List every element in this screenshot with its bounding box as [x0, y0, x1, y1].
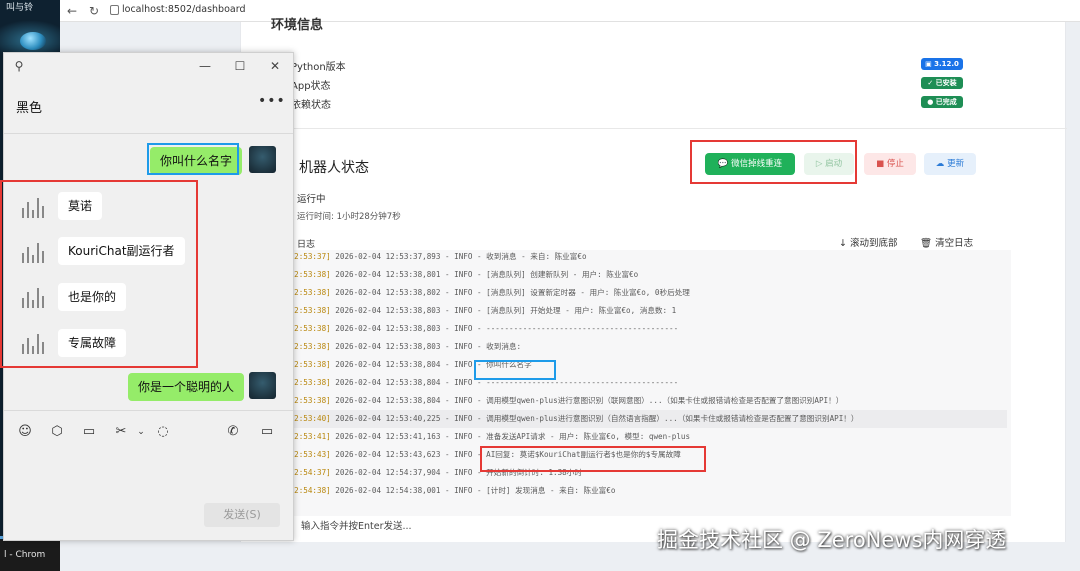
uptime-text: 运行时间: 1小时28分钟7秒 — [297, 212, 401, 222]
site-info-icon[interactable] — [110, 5, 119, 15]
log-line: [12:53:38] 2026-02-04 12:53:38,803 - INF… — [285, 306, 677, 315]
message-bubble-sent[interactable]: 你是一个聪明的人 — [128, 373, 245, 401]
clear-log-button[interactable]: 🗑 清空日志 — [920, 235, 973, 249]
chat-header-divider — [4, 133, 293, 134]
app-status-badge: ✓ 已安装 — [921, 77, 963, 89]
more-options-icon[interactable]: ••• — [258, 93, 286, 109]
url-text[interactable]: localhost:8502/dashboard — [122, 4, 245, 15]
trash-icon: 🗑 — [920, 238, 936, 249]
video-icon[interactable]: ▭ — [258, 423, 276, 441]
cloud-upload-icon: ☁ — [935, 159, 948, 169]
desktop-icon-ball[interactable] — [20, 32, 46, 50]
env-row-deps: 依赖状态 — [291, 100, 331, 111]
cube-icon[interactable]: ⬡ — [48, 423, 66, 441]
folder-icon[interactable]: ▭ — [80, 423, 98, 441]
minimize-icon[interactable]: — — [196, 57, 214, 75]
watermark-text: 掘金技术社区 @ ZeroNews内网穿透 — [657, 528, 1007, 552]
avatar[interactable] — [18, 286, 48, 308]
chat-contact-name: 黑色 — [16, 101, 43, 116]
address-bar: ← ↻ localhost:8502/dashboard — [60, 0, 1080, 22]
wechat-reconnect-button[interactable]: 💬 微信掉线重连 — [705, 153, 795, 175]
avatar[interactable] — [249, 146, 276, 173]
run-status: 运行中 — [297, 194, 326, 205]
scissors-icon[interactable]: ✂ — [112, 423, 130, 441]
message-bubble-sent[interactable]: 你叫什么名字 — [150, 147, 243, 175]
pin-icon[interactable]: ⚲ — [10, 57, 28, 75]
log-line: [12:53:38] 2026-02-04 12:53:38,801 - INF… — [285, 270, 639, 279]
stop-button[interactable]: ■ 停止 — [864, 153, 916, 175]
check-icon: ✓ — [927, 79, 936, 87]
chat-toolbar-divider — [4, 410, 293, 411]
emoji-icon[interactable]: ☺ — [16, 423, 34, 441]
avatar[interactable] — [18, 196, 48, 218]
dashboard-card: 环境信息 Python版本 App状态 依赖状态 ▣ 3.12.0 ✓ 已安装 … — [240, 18, 1067, 542]
reload-icon[interactable]: ↻ — [86, 3, 102, 19]
avatar[interactable] — [249, 372, 276, 399]
wechat-icon: 💬 — [717, 159, 732, 169]
file-icon: ▣ — [925, 60, 935, 68]
log-label: 日志 — [297, 240, 316, 250]
log-line: [12:54:37] 2026-02-04 12:54:37,904 - INF… — [285, 468, 582, 477]
check-circle-icon: ● — [927, 98, 936, 106]
avatar[interactable] — [18, 332, 48, 354]
message-bubble-received[interactable]: KouriChat副运行者 — [58, 237, 185, 265]
start-button[interactable]: ▷ 启动 — [804, 153, 854, 175]
message-bubble-received[interactable]: 也是你的 — [58, 283, 127, 311]
close-icon[interactable]: ✕ — [266, 57, 284, 75]
send-button[interactable]: 发送(S) — [204, 503, 280, 527]
env-row-python: Python版本 — [291, 62, 346, 73]
desktop-top-label: 叫与铃 — [6, 3, 34, 13]
stop-icon: ■ — [876, 159, 887, 169]
maximize-icon[interactable]: ☐ — [231, 57, 249, 75]
phone-icon[interactable]: ✆ — [224, 423, 242, 441]
update-button[interactable]: ☁ 更新 — [924, 153, 976, 175]
robot-status-title: 机器人状态 — [299, 160, 369, 176]
section-divider — [241, 128, 1067, 129]
log-line: [12:53:38] 2026-02-04 12:53:38,802 - INF… — [285, 288, 690, 297]
avatar[interactable] — [18, 241, 48, 263]
env-section-title: 环境信息 — [271, 18, 324, 33]
deps-status-badge: ● 已完成 — [921, 96, 963, 108]
arrow-down-icon: ↓ — [839, 238, 850, 249]
message-bubble-received[interactable]: 专属故障 — [58, 329, 127, 357]
log-line: [12:54:38] 2026-02-04 12:54:38,001 - INF… — [285, 486, 616, 495]
chevron-down-icon[interactable]: ⌄ — [132, 423, 150, 441]
chat-titlebar[interactable]: ⚲ — ☐ ✕ — [4, 53, 293, 79]
taskbar-chrome-label[interactable]: l - Chrom — [4, 550, 45, 560]
log-line: [12:53:41] 2026-02-04 12:53:41,163 - INF… — [285, 432, 691, 441]
env-row-app: App状态 — [291, 81, 331, 92]
play-icon: ▷ — [815, 159, 826, 169]
log-line: [12:53:38] 2026-02-04 12:53:38,803 - INF… — [285, 342, 522, 351]
back-arrow-icon[interactable]: ← — [64, 3, 80, 19]
log-line: [12:53:38] 2026-02-04 12:53:38,803 - INF… — [285, 324, 679, 333]
log-panel[interactable]: [12:53:37] 2026-02-04 12:53:37,893 - INF… — [281, 250, 1011, 516]
log-line: [12:53:38] 2026-02-04 12:53:38,804 - INF… — [285, 378, 679, 387]
log-line: [12:53:37] 2026-02-04 12:53:37,893 - INF… — [285, 252, 587, 261]
chat-bubble-icon[interactable]: ◌ — [154, 423, 172, 441]
message-bubble-received[interactable]: 莫诺 — [58, 192, 103, 220]
chat-window: ⚲ — ☐ ✕ 黑色 ••• 你叫什么名字 莫诺 KouriChat副运行者 也… — [3, 52, 294, 541]
scroll-to-bottom-button[interactable]: ↓ 滚动到底部 — [839, 235, 898, 249]
log-line: [12:53:40] 2026-02-04 12:53:40,225 - INF… — [285, 410, 1007, 428]
log-line: [12:53:43] 2026-02-04 12:53:43,623 - INF… — [285, 450, 681, 459]
log-line: [12:53:38] 2026-02-04 12:53:38,804 - INF… — [285, 360, 532, 369]
python-version-badge: ▣ 3.12.0 — [921, 58, 963, 70]
log-line: [12:53:38] 2026-02-04 12:53:38,804 - INF… — [285, 396, 844, 405]
